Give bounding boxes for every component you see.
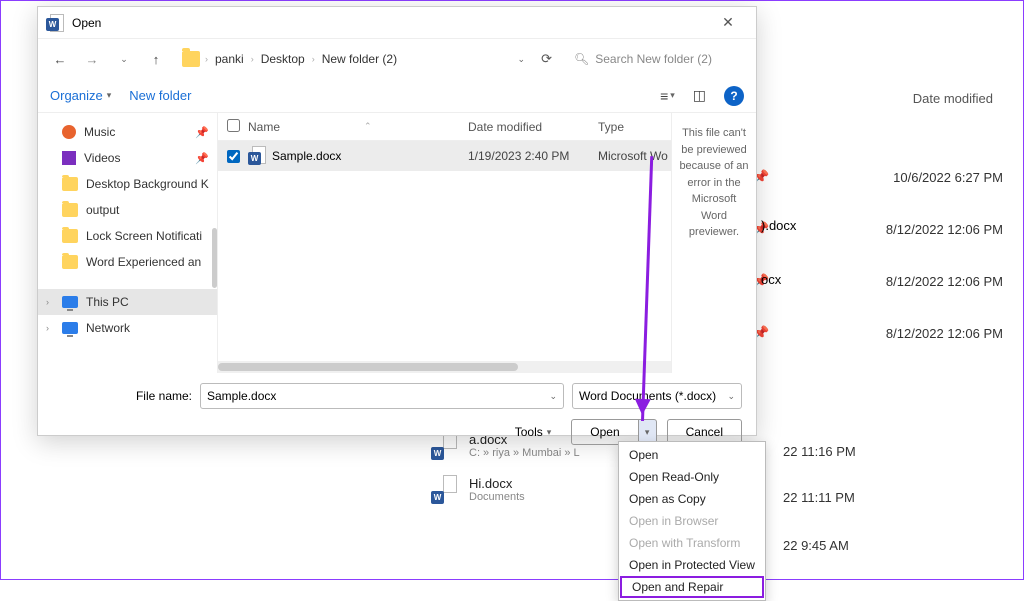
search-input[interactable]: 🔍︎ Search New folder (2): [566, 44, 746, 74]
menu-item-open-copy[interactable]: Open as Copy: [619, 488, 765, 510]
column-headers[interactable]: Name⌃ Date modified Type: [218, 113, 671, 141]
back-button[interactable]: ←: [48, 47, 72, 71]
menu-item-open-repair[interactable]: Open and Repair: [620, 576, 764, 598]
scrollbar[interactable]: [212, 228, 217, 288]
filename-input[interactable]: Sample.docx⌄: [200, 383, 564, 409]
sidebar: Music📌 Videos📌 Desktop Background K outp…: [38, 113, 218, 373]
bg-fragment: ocx: [761, 272, 781, 287]
sidebar-item-music[interactable]: Music📌: [38, 119, 217, 145]
pin-icon: 📌: [195, 126, 209, 139]
sidebar-item-folder[interactable]: Word Experienced an: [38, 249, 217, 275]
tools-menu[interactable]: Tools▾: [515, 425, 552, 439]
folder-icon: [62, 203, 78, 217]
select-all-checkbox[interactable]: [227, 119, 240, 132]
bg-time: 22 11:11 PM: [783, 490, 855, 505]
close-button[interactable]: ✕: [708, 14, 748, 31]
organize-menu[interactable]: Organize▾: [50, 88, 111, 103]
menu-item-open[interactable]: Open: [619, 444, 765, 466]
pin-icon: 📌: [195, 152, 209, 165]
network-icon: [62, 322, 78, 334]
chevron-down-icon[interactable]: ⌄: [518, 54, 526, 65]
horizontal-scrollbar[interactable]: [218, 361, 671, 373]
view-menu[interactable]: ≡ ▾: [660, 88, 675, 104]
refresh-icon[interactable]: ⟳: [541, 51, 552, 67]
sidebar-item-folder[interactable]: Lock Screen Notificati: [38, 223, 217, 249]
file-list: Name⌃ Date modified Type WSample.docx 1/…: [218, 113, 671, 373]
nav-toolbar: ← → ⌄ ↑ › panki› Desktop› New folder (2)…: [38, 39, 756, 79]
sidebar-item-this-pc[interactable]: ›This PC: [38, 289, 217, 315]
folder-icon: [182, 51, 200, 67]
sidebar-item-folder[interactable]: output: [38, 197, 217, 223]
bg-time: 22 11:16 PM: [783, 444, 856, 459]
word-icon: W: [248, 146, 266, 166]
video-icon: [62, 151, 76, 165]
expand-icon[interactable]: ›: [46, 297, 49, 307]
pc-icon: [62, 296, 78, 308]
filename-label: File name:: [52, 389, 192, 403]
bg-file-rows: 📌10/6/2022 6:27 PM 📌8/12/2022 12:06 PM 📌…: [753, 151, 1003, 359]
expand-icon[interactable]: ›: [46, 323, 49, 333]
open-dropdown-menu: Open Open Read-Only Open as Copy Open in…: [618, 441, 766, 601]
search-icon: 🔍︎: [574, 52, 589, 66]
bg-fragment: ).docx: [761, 218, 796, 233]
filetype-select[interactable]: Word Documents (*.docx)⌄: [572, 383, 742, 409]
folder-icon: [62, 229, 78, 243]
new-folder-button[interactable]: New folder: [129, 88, 191, 103]
bg-time: 22 9:45 AM: [783, 538, 849, 553]
recent-button[interactable]: ⌄: [112, 47, 136, 71]
word-app-icon: W: [46, 14, 64, 32]
menu-item-open-protected[interactable]: Open in Protected View: [619, 554, 765, 576]
menu-item-open-transform: Open with Transform: [619, 532, 765, 554]
folder-icon: [62, 255, 78, 269]
file-row[interactable]: WSample.docx 1/19/2023 2:40 PM Microsoft…: [218, 141, 671, 171]
folder-icon: [62, 177, 78, 191]
sidebar-item-folder[interactable]: Desktop Background K: [38, 171, 217, 197]
menu-item-open-readonly[interactable]: Open Read-Only: [619, 466, 765, 488]
dialog-title: Open: [72, 16, 708, 30]
bg-column-header: Date modified: [913, 91, 993, 106]
titlebar: W Open ✕: [38, 7, 756, 39]
music-icon: [62, 125, 76, 139]
sidebar-item-videos[interactable]: Videos📌: [38, 145, 217, 171]
forward-button[interactable]: →: [80, 47, 104, 71]
up-button[interactable]: ↑: [144, 47, 168, 71]
breadcrumb[interactable]: › panki› Desktop› New folder (2) ⌄ ⟳: [176, 44, 558, 74]
menu-item-open-browser: Open in Browser: [619, 510, 765, 532]
preview-pane: This file can't be previewed because of …: [671, 113, 756, 373]
toolbar: Organize▾ New folder ≡ ▾ ◫ ?: [38, 79, 756, 113]
file-checkbox[interactable]: [227, 150, 240, 163]
preview-toggle[interactable]: ◫: [693, 87, 706, 104]
word-icon: W: [431, 475, 457, 505]
help-button[interactable]: ?: [724, 86, 744, 106]
sidebar-item-network[interactable]: ›Network: [38, 315, 217, 341]
